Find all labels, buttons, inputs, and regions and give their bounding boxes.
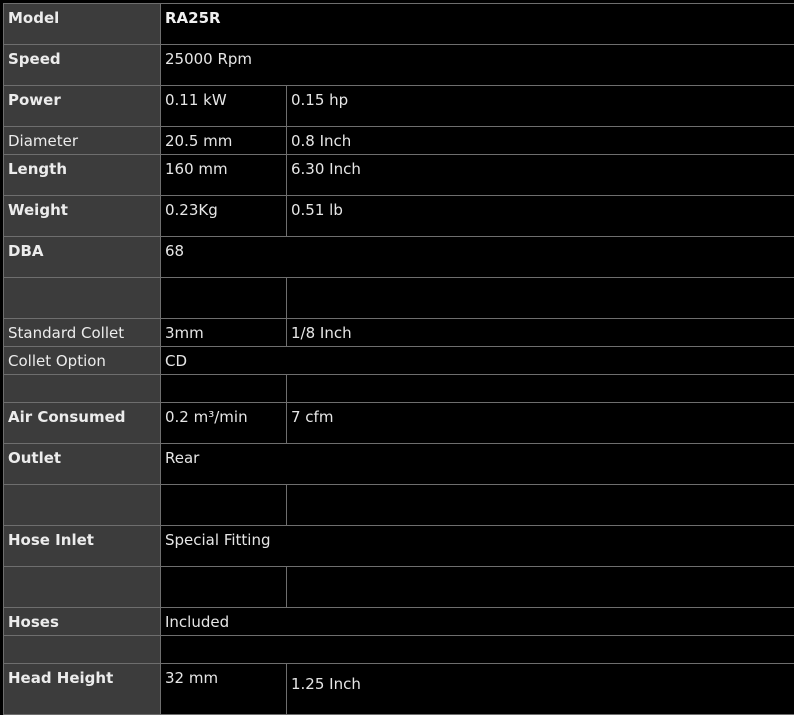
row-value: 20.5 mm: [160, 126, 287, 155]
row-label: [3, 277, 161, 319]
row-label: Hose Inlet: [3, 525, 161, 567]
row-label: Diameter: [3, 126, 161, 155]
row-value: 160 mm: [160, 154, 287, 196]
row-label: Power: [3, 85, 161, 127]
row-value: [160, 566, 287, 608]
row-label: Outlet: [3, 443, 161, 485]
row-value: [160, 277, 287, 319]
row-value: [286, 484, 794, 526]
row-label: [3, 635, 161, 664]
row-label: Head Height: [3, 663, 161, 715]
row-value: RA25R: [160, 3, 794, 45]
row-value: Included: [160, 607, 794, 636]
row-value: CD: [160, 346, 794, 375]
row-label: DBA: [3, 236, 161, 278]
row-value: 0.2 m³/min: [160, 402, 287, 444]
row-label: Collet Option: [3, 346, 161, 375]
row-label: [3, 566, 161, 608]
row-value: [286, 566, 794, 608]
row-value: 0.51 lb: [286, 195, 794, 237]
row-value: 0.23Kg: [160, 195, 287, 237]
row-value: 25000 Rpm: [160, 44, 794, 86]
row-value: 0.8 Inch: [286, 126, 794, 155]
row-label: [3, 484, 161, 526]
row-value: [160, 635, 794, 664]
row-value: Rear: [160, 443, 794, 485]
row-value: 0.15 hp: [286, 85, 794, 127]
row-value: 68: [160, 236, 794, 278]
spec-table: Model RA25R Speed 25000 Rpm Power 0.11 kW 0.15…: [0, 0, 794, 715]
row-value: Special Fitting: [160, 525, 794, 567]
row-value: 0.11 kW: [160, 85, 287, 127]
row-label: Length: [3, 154, 161, 196]
row-value: 3mm: [160, 318, 287, 347]
row-label: [3, 374, 161, 403]
row-value: 1/8 Inch: [286, 318, 794, 347]
row-value: 6.30 Inch: [286, 154, 794, 196]
row-label: Model: [3, 3, 161, 45]
row-value: 32 mm: [160, 663, 287, 715]
row-value: 1.25 Inch: [286, 663, 794, 715]
row-label: Weight: [3, 195, 161, 237]
row-label: Air Consumed: [3, 402, 161, 444]
row-value: [160, 484, 287, 526]
row-value: [160, 374, 287, 403]
row-value: [286, 374, 794, 403]
row-label: Standard Collet: [3, 318, 161, 347]
row-label: Speed: [3, 44, 161, 86]
row-value: 7 cfm: [286, 402, 794, 444]
row-label: Hoses: [3, 607, 161, 636]
row-value: [286, 277, 794, 319]
